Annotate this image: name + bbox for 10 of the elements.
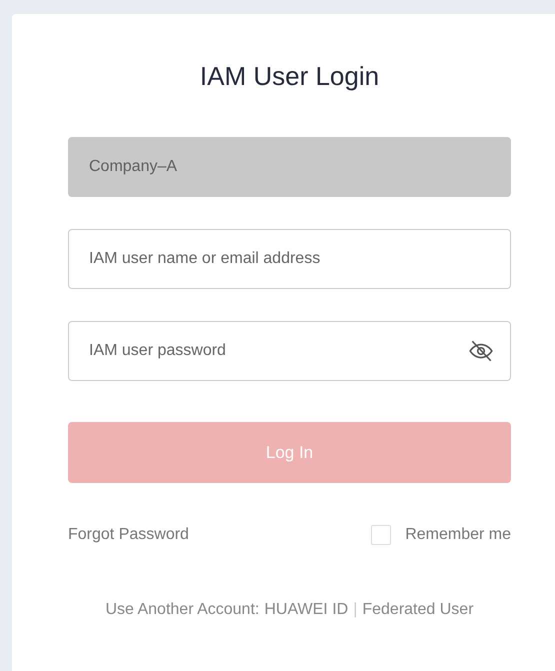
account-link[interactable]: Federated User	[362, 601, 474, 619]
forgot-password-link[interactable]: Forgot Password	[68, 526, 189, 544]
page-title: IAM User Login	[198, 60, 380, 93]
checkbox[interactable]	[371, 525, 392, 545]
input-field[interactable]: IAM user password	[68, 321, 511, 381]
footer-label: Use Another Account:	[105, 601, 260, 619]
remember-me-label: Remember me	[405, 526, 511, 544]
account-link[interactable]: HUAWEI ID	[264, 601, 348, 619]
separator: |	[353, 601, 358, 619]
input-field[interactable]: IAM user name or email address	[68, 229, 511, 289]
